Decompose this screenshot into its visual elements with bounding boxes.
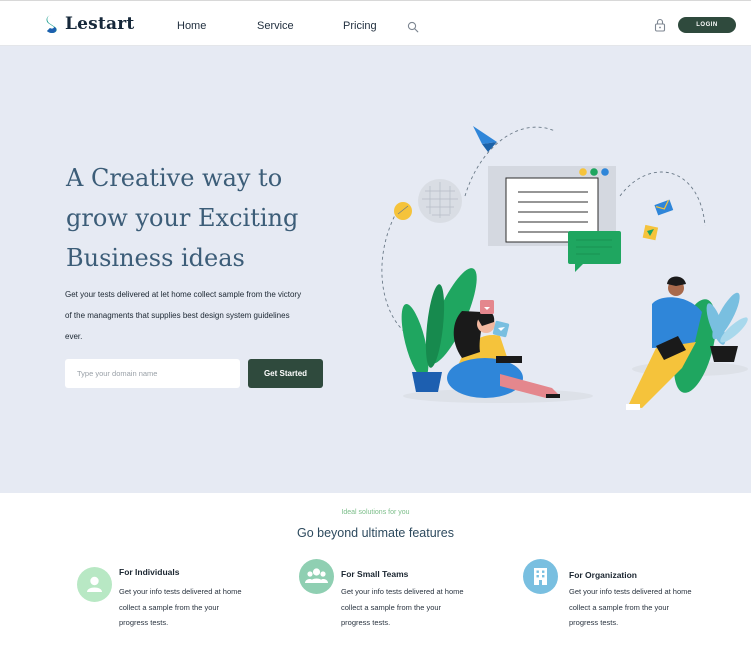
feature-description: Get your info tests delivered at home co… bbox=[119, 587, 242, 627]
features-title: Go beyond ultimate features bbox=[296, 526, 455, 540]
feature-description: Get your info tests delivered at home co… bbox=[569, 587, 692, 627]
feature-name: For Small Teams bbox=[341, 569, 409, 579]
brand-logo[interactable]: Lestart bbox=[45, 14, 134, 34]
hero-title-line: Business ideas bbox=[66, 244, 245, 272]
hero-description: Get your tests delivered at let home col… bbox=[65, 290, 302, 341]
hero-section: A Creative way to grow your Exciting Bus… bbox=[0, 46, 751, 493]
hero-title: A Creative way to grow your Exciting Bus… bbox=[66, 158, 336, 278]
team-icon bbox=[299, 559, 334, 594]
login-button[interactable]: LOGIN bbox=[678, 17, 736, 33]
hero-title-line: A Creative way to bbox=[66, 164, 283, 192]
top-navigation-bar: Lestart Home Service Pricing LOGIN bbox=[0, 0, 751, 46]
feature-name: For Individuals bbox=[119, 567, 180, 577]
get-started-button[interactable]: Get Started bbox=[248, 359, 323, 388]
brand-name: Lestart bbox=[65, 14, 135, 34]
feature-description: Get your info tests delivered at home co… bbox=[341, 587, 464, 627]
lock-icon[interactable] bbox=[654, 18, 666, 32]
feature-card-individuals: For Individuals Get your info tests deli… bbox=[77, 565, 277, 635]
domain-input[interactable] bbox=[65, 359, 240, 388]
nav-service[interactable]: Service bbox=[257, 20, 294, 32]
nav-pricing[interactable]: Pricing bbox=[343, 20, 377, 32]
nav-home[interactable]: Home bbox=[177, 20, 206, 32]
paper-plane-icon bbox=[473, 126, 497, 144]
hero-title-line: grow your Exciting bbox=[66, 204, 299, 232]
feature-card-organization: For Organization Get your info tests del… bbox=[523, 559, 733, 634]
features-eyebrow: Ideal solutions for you bbox=[341, 509, 410, 516]
building-icon bbox=[523, 559, 558, 594]
logo-icon bbox=[46, 15, 57, 33]
feature-name: For Organization bbox=[569, 570, 637, 580]
user-icon bbox=[77, 567, 112, 602]
search-icon[interactable] bbox=[407, 21, 419, 33]
feature-card-small-teams: For Small Teams Get your info tests deli… bbox=[299, 557, 499, 632]
hero-illustration bbox=[381, 126, 748, 410]
